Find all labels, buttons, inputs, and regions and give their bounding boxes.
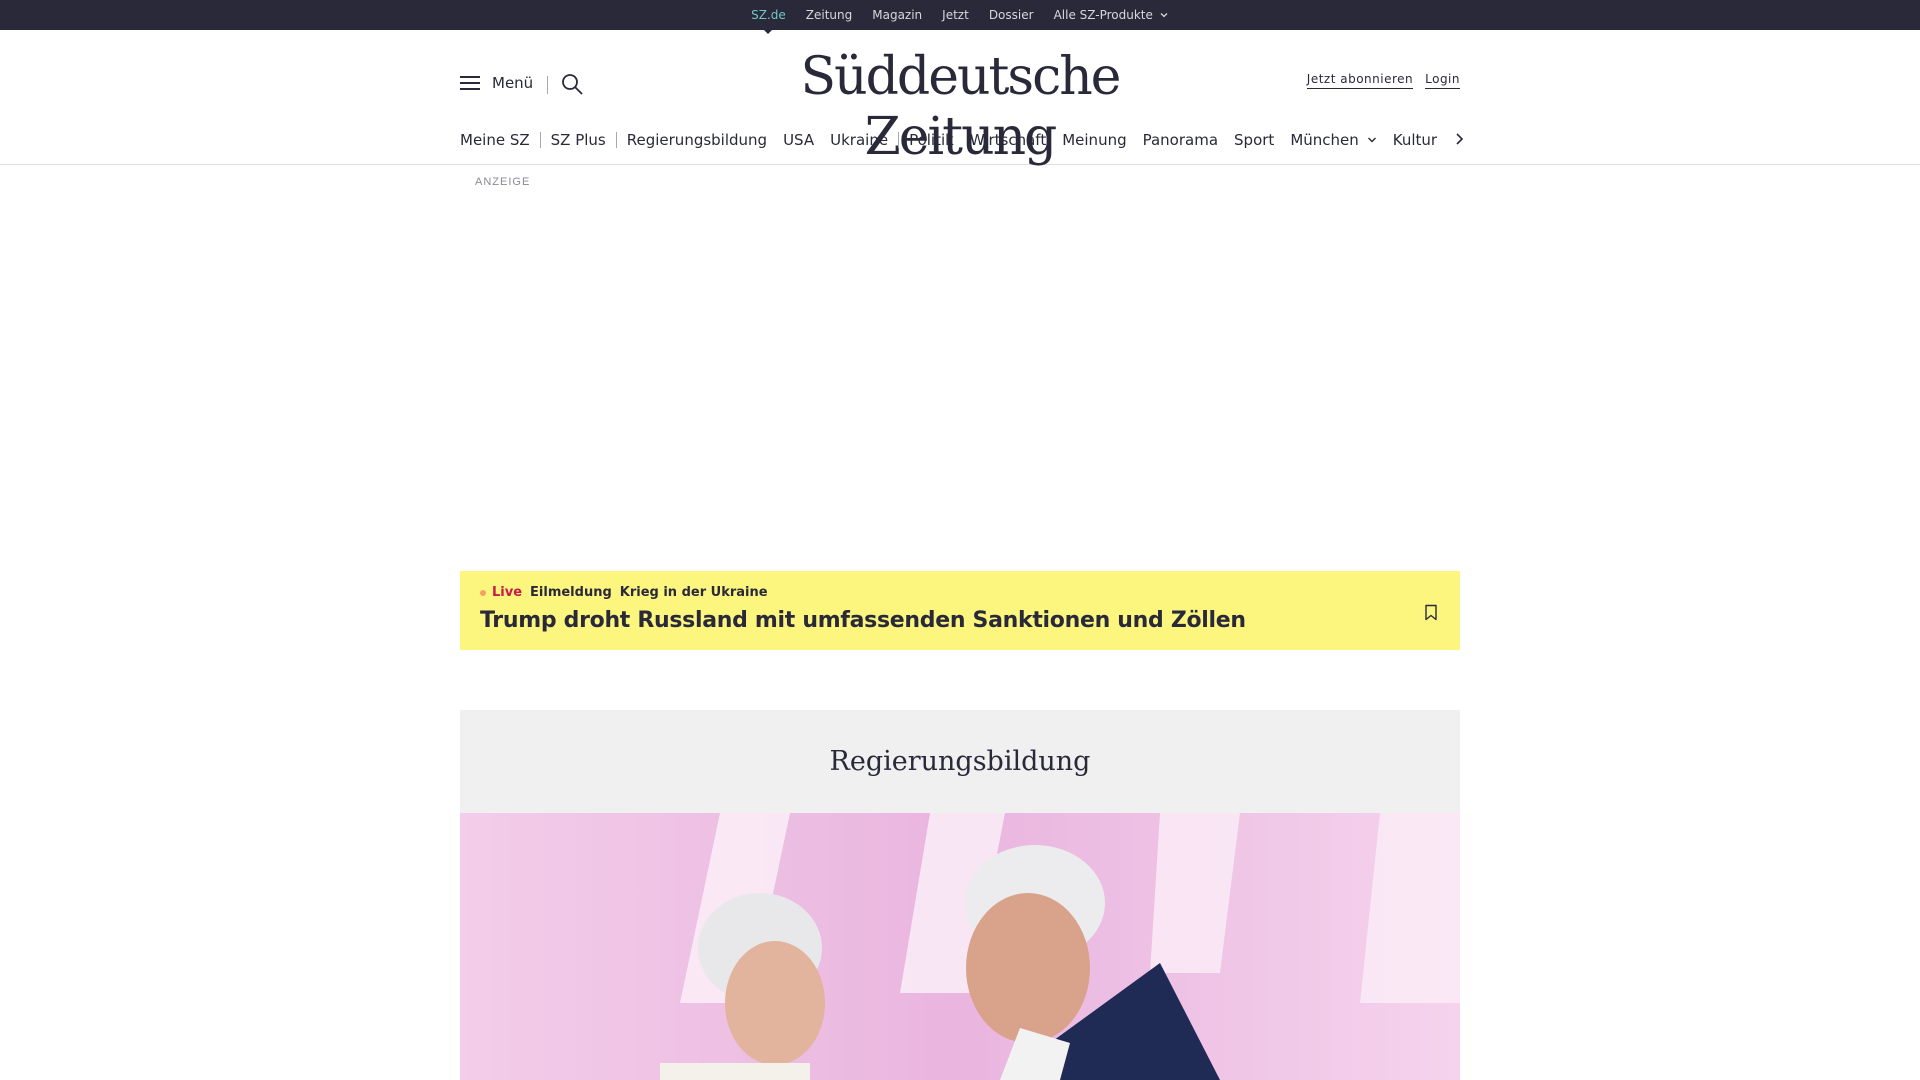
breaking-kicker-label: Eilmeldung	[530, 585, 612, 600]
login-link[interactable]: Login	[1425, 72, 1460, 89]
breaking-topic: Krieg in der Ukraine	[619, 585, 768, 600]
menu-label: Menü	[492, 74, 534, 92]
nav-divider	[539, 132, 541, 148]
nav-item-usa[interactable]: USA	[783, 131, 814, 149]
live-indicator: Live	[480, 585, 522, 600]
product-links: SZ.de Zeitung Magazin Jetzt Dossier Alle…	[0, 0, 1920, 34]
live-label: Live	[492, 585, 523, 600]
search-icon[interactable]	[560, 72, 584, 96]
product-link-dossier[interactable]: Dossier	[989, 0, 1034, 30]
nav-item-sz-plus[interactable]: SZ Plus	[551, 131, 606, 149]
top-product-bar: SZ.de Zeitung Magazin Jetzt Dossier Alle…	[0, 0, 1920, 34]
product-link-magazin[interactable]: Magazin	[872, 0, 922, 30]
nav-item-meine-sz[interactable]: Meine SZ	[460, 131, 530, 149]
nav-item-muenchen[interactable]: München	[1290, 131, 1376, 149]
product-link-jetzt[interactable]: Jetzt	[942, 0, 969, 30]
nav-item-regierungsbildung[interactable]: Regierungsbildung	[627, 131, 767, 149]
nav-item-politik[interactable]: Politik	[909, 131, 954, 149]
main-nav: Meine SZ SZ Plus Regierungsbildung USA U…	[460, 128, 1460, 152]
subscribe-link[interactable]: Jetzt abonnieren	[1306, 72, 1414, 89]
nav-item-muenchen-label: München	[1290, 131, 1359, 149]
section-title[interactable]: Regierungsbildung	[830, 746, 1091, 777]
bookmark-icon[interactable]	[1424, 604, 1438, 621]
account-links: Jetzt abonnieren Login	[1306, 72, 1460, 89]
nav-item-wirtschaft[interactable]: Wirtschaft	[970, 131, 1046, 149]
menu-divider	[547, 76, 548, 94]
nav-item-sport[interactable]: Sport	[1234, 131, 1274, 149]
masthead: Menü Süddeutsche Zeitung Jetzt abonniere…	[0, 30, 1920, 167]
all-products-label: Alle SZ-Produkte	[1053, 8, 1153, 22]
chevron-down-icon	[1367, 137, 1376, 143]
breaking-headline[interactable]: Trump droht Russland mit umfassenden San…	[480, 608, 1246, 633]
ad-label: ANZEIGE	[475, 176, 531, 188]
hamburger-icon	[460, 76, 480, 90]
product-link-zeitung[interactable]: Zeitung	[806, 0, 852, 30]
product-link-all-products[interactable]: Alle SZ-Produkte	[1054, 0, 1169, 30]
product-link-szde[interactable]: SZ.de	[751, 0, 786, 34]
menu-button[interactable]: Menü	[460, 74, 533, 92]
breaking-news-banner[interactable]: Live Eilmeldung Krieg in der Ukraine Tru…	[460, 571, 1460, 650]
chevron-right-icon[interactable]	[1452, 132, 1466, 146]
nav-item-kultur[interactable]: Kultur	[1393, 131, 1437, 149]
nav-item-panorama[interactable]: Panorama	[1143, 131, 1218, 149]
breaking-kicker: Live Eilmeldung Krieg in der Ukraine	[480, 585, 768, 600]
nav-divider	[615, 132, 617, 148]
hero-image[interactable]	[460, 813, 1460, 1080]
live-dot-icon	[480, 589, 486, 596]
nav-item-meinung[interactable]: Meinung	[1062, 131, 1126, 149]
nav-divider	[898, 132, 900, 148]
chevron-down-icon	[1160, 13, 1168, 18]
hero-photo-illustration	[460, 813, 1460, 1080]
nav-item-ukraine[interactable]: Ukraine	[830, 131, 888, 149]
section-header: Regierungsbildung	[460, 710, 1460, 813]
